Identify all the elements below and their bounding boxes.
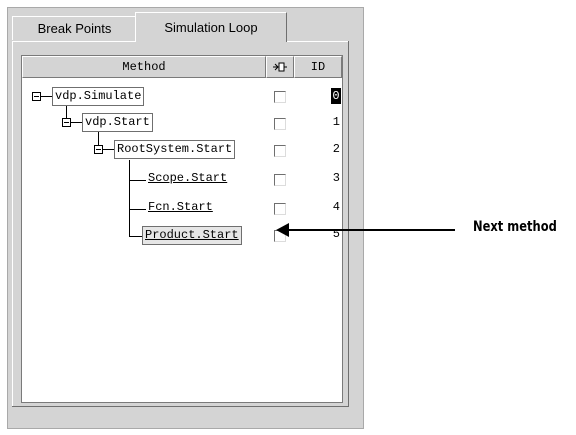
tree-node-method[interactable]: vdp.Start (82, 113, 153, 132)
tab-simulation-loop[interactable]: Simulation Loop (135, 12, 287, 42)
breakpoint-checkbox[interactable] (274, 91, 286, 103)
column-header-breakpoint[interactable] (266, 56, 294, 78)
row-id-current: 0 (331, 88, 341, 104)
tree-node-method[interactable]: RootSystem.Start (114, 140, 236, 159)
collapse-toggle[interactable] (32, 92, 41, 101)
row-id: 3 (332, 171, 340, 185)
tree-node-next-method[interactable]: Product.Start (142, 226, 242, 245)
column-header-id-label: ID (310, 60, 326, 74)
tree-connector (129, 160, 130, 236)
column-header-method-label: Method (122, 60, 166, 74)
callout-arrow-head (276, 223, 289, 237)
column-header-method[interactable]: Method (22, 56, 266, 78)
breakpoint-checkbox[interactable] (274, 174, 286, 186)
tab-break-points[interactable]: Break Points (12, 16, 137, 40)
tree-connector (129, 180, 146, 181)
tab-break-points-label: Break Points (37, 21, 112, 36)
tree-node-method-link[interactable]: Fcn.Start (146, 199, 215, 218)
tab-simulation-loop-label: Simulation Loop (164, 20, 258, 35)
collapse-toggle[interactable] (94, 145, 103, 154)
tab-panel-border (348, 41, 349, 407)
tab-underline (287, 41, 348, 42)
tree-node-method-link[interactable]: Scope.Start (146, 170, 229, 189)
row-id: 4 (332, 200, 340, 214)
breakpoint-column-icon (273, 62, 287, 72)
tree-connector (129, 209, 146, 210)
callout-arrow-line (287, 229, 455, 231)
breakpoint-checkbox[interactable] (274, 145, 286, 157)
callout-next-method-label: Next method (473, 219, 557, 235)
row-id: 1 (332, 115, 340, 129)
collapse-toggle[interactable] (62, 118, 71, 127)
tab-panel-border (12, 41, 13, 407)
tab-panel-border (12, 406, 349, 407)
breakpoint-checkbox[interactable] (274, 118, 286, 130)
row-id: 2 (332, 142, 340, 156)
tree-node-method[interactable]: vdp.Simulate (52, 87, 145, 106)
breakpoint-checkbox[interactable] (274, 203, 286, 215)
column-header-id[interactable]: ID (294, 56, 342, 78)
tab-underline (12, 41, 135, 42)
